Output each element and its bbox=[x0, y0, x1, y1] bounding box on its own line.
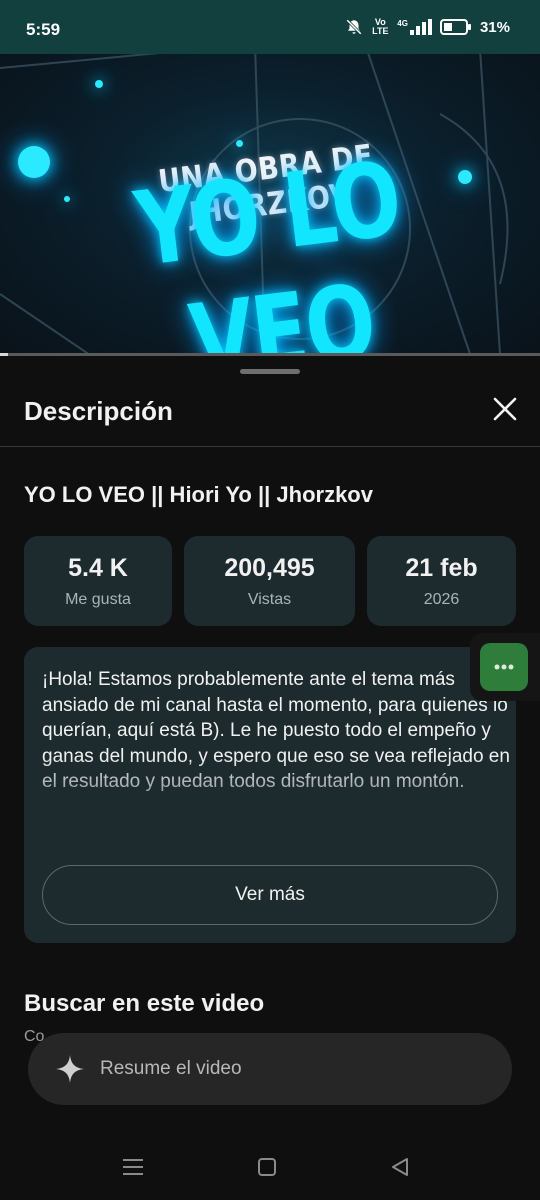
chat-bubble-button[interactable] bbox=[480, 643, 528, 691]
system-navigation-bar bbox=[0, 1130, 540, 1200]
likes-label: Me gusta bbox=[65, 591, 131, 608]
divider bbox=[0, 446, 540, 447]
show-more-button[interactable]: Ver más bbox=[42, 865, 498, 925]
sparkle-icon bbox=[56, 1055, 84, 1083]
recent-apps-button[interactable] bbox=[120, 1154, 146, 1180]
more-dots-icon bbox=[494, 664, 514, 670]
glow-dot bbox=[236, 140, 243, 147]
signal-label: 4G bbox=[397, 19, 408, 28]
close-button[interactable] bbox=[490, 394, 520, 424]
video-player[interactable]: UNA OBRA DE JHORZKOV YO LO VEO bbox=[0, 54, 540, 355]
views-value: 200,495 bbox=[224, 554, 315, 582]
likes-value: 5.4 K bbox=[68, 554, 128, 582]
home-button[interactable] bbox=[254, 1154, 280, 1180]
summarize-video-label: Resume el video bbox=[100, 1058, 242, 1079]
progress-fill bbox=[0, 353, 9, 356]
home-square-icon bbox=[258, 1158, 276, 1176]
summarize-video-bar[interactable]: Resume el video bbox=[28, 1033, 512, 1105]
description-box: ¡Hola! Estamos probablemente ante el tem… bbox=[24, 647, 516, 943]
views-label: Vistas bbox=[247, 591, 292, 608]
date-year: 2026 bbox=[423, 591, 460, 608]
date-stat: 21 feb 2026 bbox=[367, 536, 516, 626]
description-text: ¡Hola! Estamos probablemente ante el tem… bbox=[42, 669, 510, 792]
signal-icon: 4G bbox=[397, 19, 432, 35]
status-bar: 5:59 Vo LTE 4G 31% bbox=[0, 0, 540, 54]
sheet-title: Descripción bbox=[24, 396, 173, 426]
close-icon bbox=[493, 397, 517, 421]
likes-stat: 5.4 K Me gusta bbox=[24, 536, 172, 626]
views-stat: 200,495 Vistas bbox=[184, 536, 355, 626]
battery-icon bbox=[439, 19, 472, 35]
status-icons: Vo LTE 4G 31% bbox=[345, 18, 510, 36]
floating-chat-bubble[interactable] bbox=[470, 633, 540, 701]
glow-dot bbox=[95, 80, 103, 88]
search-in-video-heading: Buscar en este video bbox=[24, 990, 265, 1017]
drag-handle[interactable] bbox=[240, 369, 300, 374]
video-title: YO LO VEO || Hiori Yo || Jhorzkov bbox=[24, 482, 373, 507]
menu-lines-icon bbox=[123, 1159, 143, 1175]
status-time: 5:59 bbox=[26, 20, 61, 39]
glow-dot bbox=[18, 146, 50, 178]
date-value: 21 feb bbox=[405, 554, 478, 582]
bell-off-icon bbox=[345, 18, 363, 36]
back-triangle-icon bbox=[392, 1158, 408, 1176]
volte-icon: Vo LTE bbox=[372, 17, 389, 36]
battery-percent: 31% bbox=[479, 18, 510, 36]
back-button[interactable] bbox=[387, 1154, 413, 1180]
